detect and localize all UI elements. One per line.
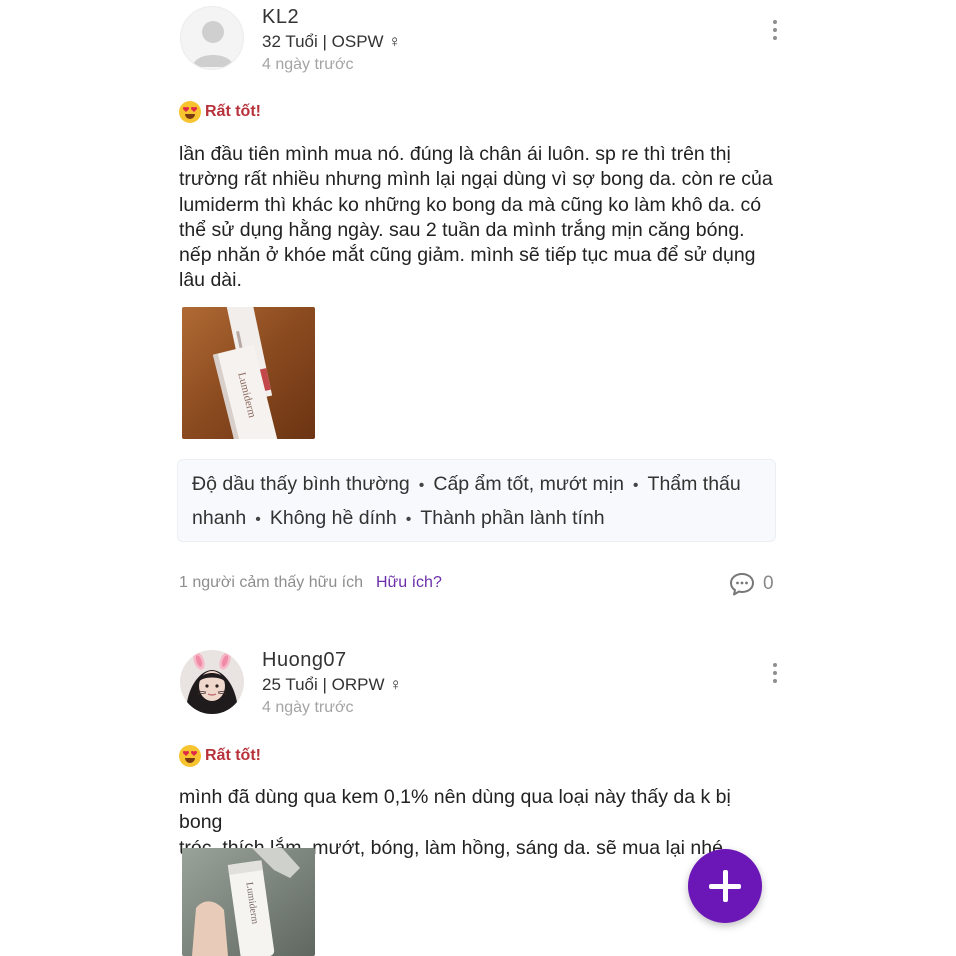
user-meta: 25 Tuổi | ORPW ♀: [262, 675, 402, 694]
user-avatar[interactable]: [180, 650, 244, 714]
bunny-ears-avatar: [180, 650, 244, 714]
rating-label: Rất tốt!: [205, 747, 261, 764]
review-photo[interactable]: Lumiderm: [182, 848, 315, 956]
heart-eyes-emoji-icon: [179, 745, 201, 767]
product-tube-photo: Lumiderm: [182, 848, 315, 956]
user-name[interactable]: Huong07: [262, 649, 347, 672]
review-date: 4 ngày trước: [262, 699, 354, 716]
rating: Rất tốt!: [179, 745, 261, 767]
add-review-button[interactable]: [688, 849, 762, 923]
review-text-line: mình đã dùng qua kem 0,1% nên dùng qua l…: [179, 786, 731, 834]
more-options-icon[interactable]: [765, 660, 785, 686]
review-card: Huong07 25 Tuổi | ORPW ♀ 4 ngày trước Rấ…: [0, 0, 956, 956]
